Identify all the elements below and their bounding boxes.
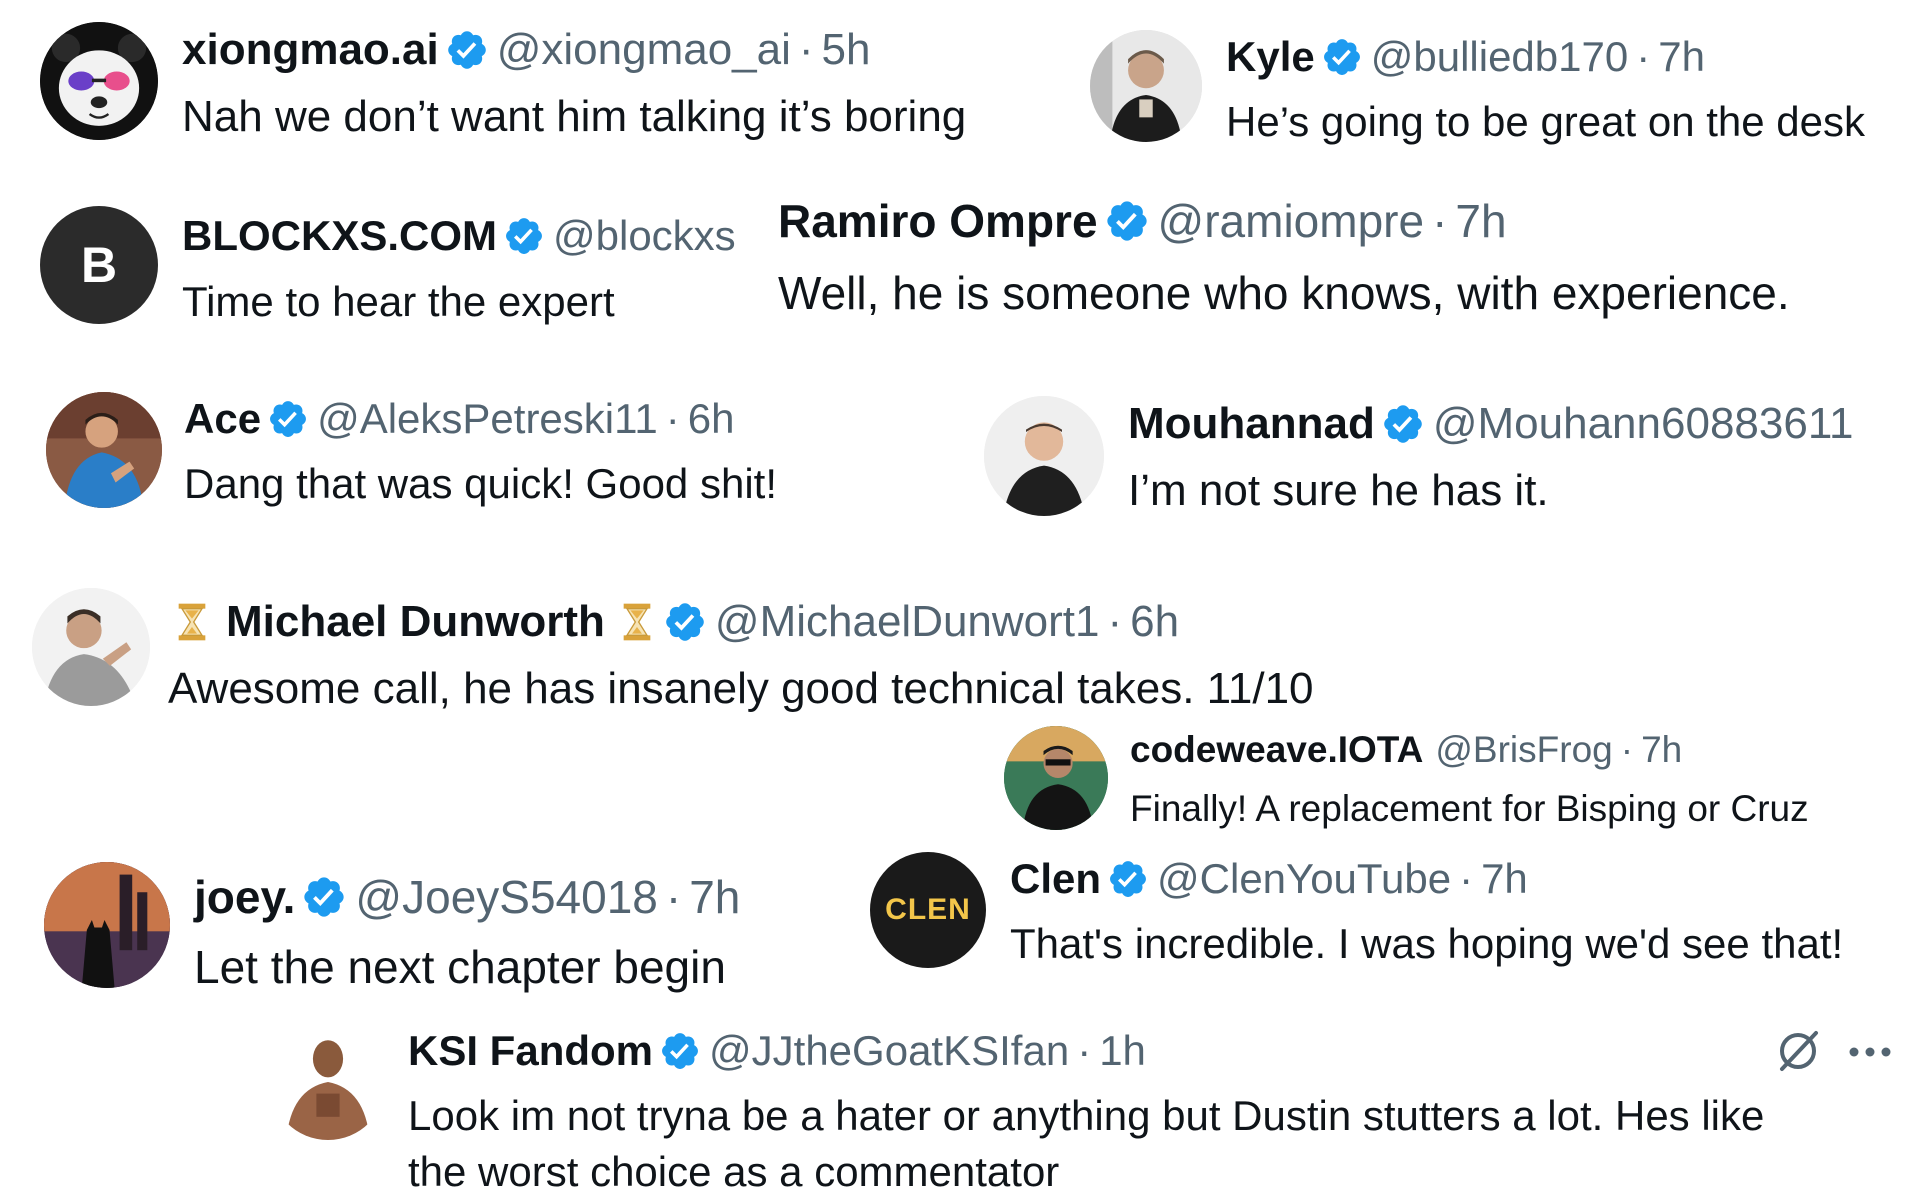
fighter-avatar-icon: [270, 1024, 386, 1140]
person-avatar-icon: [984, 396, 1104, 516]
timestamp[interactable]: 5h: [822, 25, 871, 75]
separator-dot: ·: [1459, 855, 1474, 902]
verified-badge-icon: [267, 398, 309, 440]
grok-slash-icon[interactable]: [1774, 1027, 1822, 1075]
reply-joey[interactable]: joey. @JoeyS54018 · 7h Let the next chap…: [44, 862, 740, 994]
avatar-codeweave[interactable]: [1004, 726, 1108, 830]
reply-blockxs[interactable]: B BLOCKXS.COM @blockxs Time to hear the …: [40, 206, 736, 326]
author-name[interactable]: Ramiro Ompre: [778, 194, 1098, 248]
author-handle[interactable]: @BrisFrog: [1435, 729, 1612, 771]
separator-dot: ·: [1107, 597, 1123, 646]
author-handle[interactable]: @ramiompre: [1158, 194, 1425, 248]
reply-text: I’m not sure he has it.: [1128, 466, 1549, 515]
person-avatar-icon: [46, 392, 162, 508]
reply-text: Nah we don’t want him talking it’s borin…: [182, 92, 967, 141]
reply-ramiro[interactable]: Ramiro Ompre @ramiompre · 7h Well, he is…: [778, 192, 1790, 320]
separator-dot: ·: [1077, 1027, 1092, 1074]
separator-dot: ·: [798, 25, 814, 74]
author-name[interactable]: Michael Dunworth: [226, 597, 605, 647]
reply-text: That's incredible. I was hoping we'd see…: [1010, 920, 1844, 967]
panda-avatar-icon: [40, 22, 158, 140]
hourglass-icon: [172, 598, 212, 646]
author-handle[interactable]: @AleksPetreski11: [317, 395, 658, 443]
timestamp[interactable]: 1h: [1099, 1027, 1146, 1075]
more-dots-icon[interactable]: [1848, 1045, 1892, 1057]
person-avatar-icon: [1090, 30, 1202, 142]
avatar-joey[interactable]: [44, 862, 170, 988]
author-handle[interactable]: @xiongmao_ai: [497, 25, 791, 75]
reply-ace[interactable]: Ace @AleksPetreski11 · 6h Dang that was …: [46, 392, 777, 508]
reply-text: Look im not tryna be a hater or anything…: [408, 1092, 1765, 1139]
author-handle[interactable]: @bulliedb170: [1371, 33, 1629, 81]
avatar-blockxs[interactable]: B: [40, 206, 158, 324]
reply-michael[interactable]: Michael Dunworth @MichaelDunwort1 · 6h A…: [32, 588, 1314, 714]
blockxs-logo-icon: B: [80, 237, 118, 293]
verified-badge-icon: [1321, 36, 1363, 78]
author-name[interactable]: Clen: [1010, 855, 1101, 903]
separator-dot: ·: [1432, 195, 1448, 247]
separator-dot: ·: [1636, 33, 1651, 80]
reply-text: Let the next chapter begin: [194, 941, 726, 993]
author-handle[interactable]: @ClenYouTube: [1157, 855, 1451, 903]
author-handle[interactable]: @JoeyS54018: [355, 870, 657, 924]
author-name[interactable]: joey.: [194, 870, 295, 924]
reply-text-line-2: the worst choice as a commentator: [408, 1148, 1060, 1195]
avatar-kyle[interactable]: [1090, 30, 1202, 142]
author-handle[interactable]: @Mouhann60883611: [1433, 399, 1854, 449]
person-avatar-icon: [1004, 726, 1108, 830]
batman-avatar-icon: [44, 862, 170, 988]
timestamp[interactable]: 7h: [1455, 194, 1506, 248]
separator-dot: ·: [665, 871, 682, 923]
author-handle[interactable]: @MichaelDunwort1: [715, 597, 1100, 647]
verified-badge-icon: [503, 215, 545, 257]
reply-text: Dang that was quick! Good shit!: [184, 460, 777, 507]
clen-logo-icon: CLEN: [885, 893, 971, 926]
verified-badge-icon: [1381, 402, 1425, 446]
verified-badge-icon: [301, 874, 347, 920]
reply-ksi-fandom[interactable]: KSI Fandom @JJtheGoatKSIfan · 1h Look im…: [270, 1024, 1764, 1196]
reply-xiongmao[interactable]: xiongmao.ai @xiongmao_ai · 5h Nah we don…: [40, 22, 966, 142]
reply-kyle[interactable]: Kyle @bulliedb170 · 7h He’s going to be …: [1090, 30, 1865, 146]
separator-dot: ·: [1620, 729, 1634, 770]
author-name[interactable]: codeweave.IOTA: [1130, 729, 1423, 771]
verified-badge-icon: [1107, 858, 1149, 900]
author-name[interactable]: BLOCKXS.COM: [182, 212, 497, 260]
author-name[interactable]: Kyle: [1226, 33, 1315, 81]
reply-text: He’s going to be great on the desk: [1226, 98, 1866, 145]
reply-mouhannad[interactable]: Mouhannad @Mouhann60883611 I’m not sure …: [984, 396, 1854, 516]
timestamp[interactable]: 6h: [688, 395, 735, 443]
author-handle[interactable]: @blockxs: [553, 212, 736, 260]
person-avatar-icon: [32, 588, 150, 706]
verified-badge-icon: [659, 1030, 701, 1072]
avatar-ace[interactable]: [46, 392, 162, 508]
hourglass-icon: [617, 598, 657, 646]
author-name[interactable]: Mouhannad: [1128, 399, 1375, 449]
ksi-reply-actions: [1774, 1024, 1892, 1078]
timestamp[interactable]: 6h: [1130, 597, 1179, 647]
avatar-mouhannad[interactable]: [984, 396, 1104, 516]
reply-text: Awesome call, he has insanely good techn…: [168, 664, 1314, 713]
timestamp[interactable]: 7h: [1658, 33, 1705, 81]
avatar-clen[interactable]: CLEN: [870, 852, 986, 968]
timestamp[interactable]: 7h: [689, 870, 740, 924]
author-name[interactable]: Ace: [184, 395, 261, 443]
author-name[interactable]: xiongmao.ai: [182, 25, 439, 75]
reply-text: Well, he is someone who knows, with expe…: [778, 267, 1790, 319]
reply-clen[interactable]: CLEN Clen @ClenYouTube · 7h That's incre…: [870, 852, 1843, 968]
author-name[interactable]: KSI Fandom: [408, 1027, 653, 1075]
timestamp[interactable]: 7h: [1641, 729, 1682, 771]
verified-badge-icon: [663, 600, 707, 644]
reply-codeweave[interactable]: codeweave.IOTA @BrisFrog · 7h Finally! A…: [1004, 726, 1809, 830]
separator-dot: ·: [665, 395, 680, 442]
author-handle[interactable]: @JJtheGoatKSIfan: [709, 1027, 1069, 1075]
timestamp[interactable]: 7h: [1481, 855, 1528, 903]
avatar-panda[interactable]: [40, 22, 158, 140]
reply-text: Time to hear the expert: [182, 278, 615, 325]
verified-badge-icon: [1104, 198, 1150, 244]
verified-badge-icon: [445, 28, 489, 72]
avatar-michael[interactable]: [32, 588, 150, 706]
reply-text: Finally! A replacement for Bisping or Cr…: [1130, 788, 1809, 829]
avatar-ksi-fandom[interactable]: [270, 1024, 386, 1140]
